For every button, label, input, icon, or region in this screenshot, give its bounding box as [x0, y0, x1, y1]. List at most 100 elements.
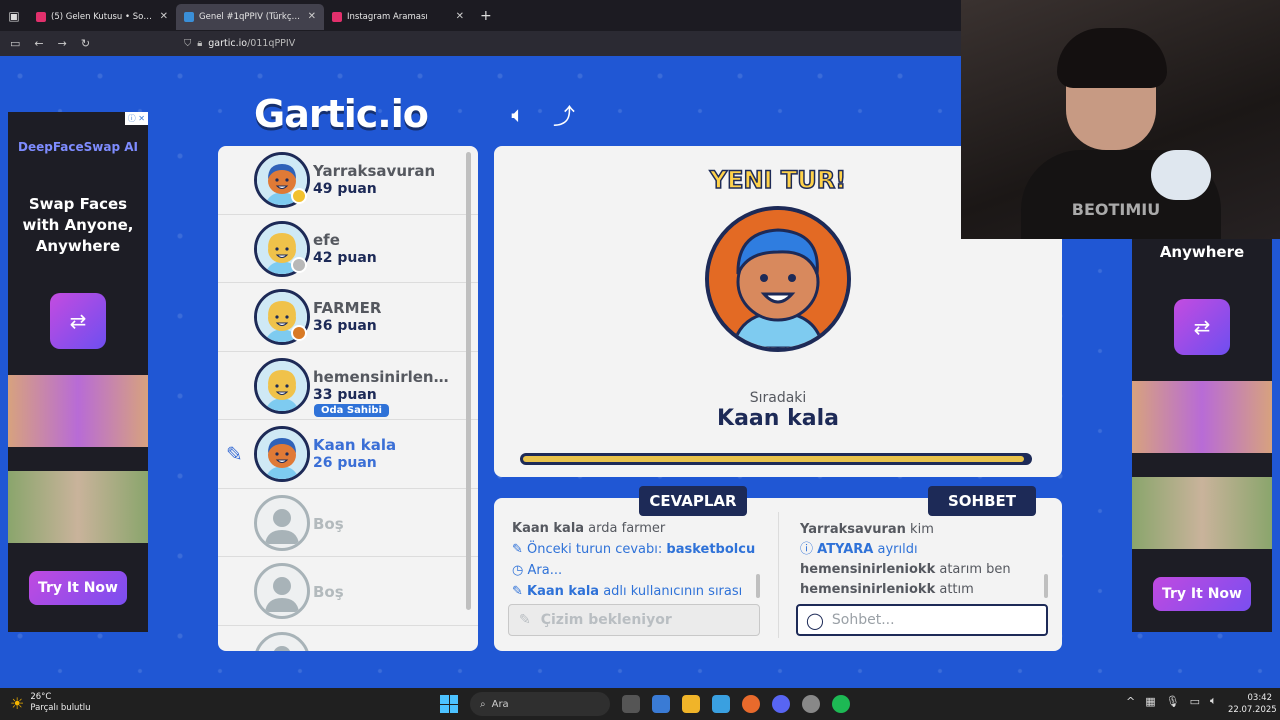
empty-avatar-icon	[254, 494, 310, 551]
empty-slot-label: Boş	[313, 514, 344, 533]
players-scrollbar[interactable]	[466, 152, 471, 610]
clock[interactable]: 03:42 22.07.2025	[1228, 692, 1277, 716]
sidebar-toggle-icon[interactable]: ▭	[10, 37, 20, 50]
room-owner-badge: Oda Sahibi	[314, 403, 389, 417]
message-user: hemensinirleniokk	[800, 562, 936, 577]
address-bar[interactable]: ⛉ 🔒︎ gartic.io/011qPPIV	[184, 38, 295, 49]
favicon-icon	[36, 11, 46, 22]
reload-icon[interactable]: ↻	[81, 37, 90, 50]
shield-icon[interactable]: ⛉	[184, 38, 191, 49]
clock-time: 03:42	[1247, 693, 1273, 703]
player-row[interactable]: Yarraksavuran 49 puan	[218, 146, 478, 215]
ad-headline: Swap Faces with Anyone, Anywhere	[22, 195, 134, 255]
message-text: attım	[935, 582, 974, 597]
spotify-icon[interactable]	[832, 695, 850, 713]
taskbar-search-label: Ara	[491, 698, 509, 710]
ad-left[interactable]: ⓘ ✕ DeepFaceSwap AI Swap Faces with Anyo…	[8, 112, 148, 632]
firefox-icon[interactable]	[742, 695, 760, 713]
answers-scrollbar[interactable]	[756, 574, 760, 598]
browser-tab[interactable]: (5) Gelen Kutusu • Sohbetler ✕	[28, 4, 176, 30]
pencil-icon: ✎	[512, 542, 528, 557]
swap-arrows-icon: ⇄	[50, 293, 106, 349]
system-tray: ^ ▦ 🎙︎ ▭ 🔈︎	[1126, 694, 1217, 708]
webcam-overlay: BEOTIMIU	[961, 0, 1280, 239]
tab-list-icon[interactable]: ▣	[0, 0, 28, 31]
ad-cta-button[interactable]: Try It Now	[29, 571, 127, 605]
next-label: Sıradaki	[749, 390, 807, 406]
volume-icon[interactable]: 🔈︎	[1210, 694, 1217, 708]
empty-player-slot-partial	[218, 626, 478, 651]
back-icon[interactable]: ←	[34, 37, 43, 50]
close-tab-icon[interactable]: ✕	[308, 11, 316, 22]
empty-avatar-icon	[254, 563, 310, 619]
chat-input-box[interactable]: ◯	[796, 604, 1048, 636]
player-row[interactable]: hemensinirleniokk33 puanOda Sahibi	[218, 352, 478, 420]
message-line: hemensinirleniokk attım	[800, 580, 1011, 600]
message-line: ◷ Ara...	[512, 560, 755, 581]
weather-icon: ☀	[10, 693, 25, 713]
forward-icon[interactable]: →	[58, 37, 67, 50]
close-tab-icon[interactable]: ✕	[160, 11, 168, 22]
message-user: Kaan kala	[527, 584, 600, 599]
ad-cta-button[interactable]: Try It Now	[1153, 577, 1251, 611]
player-score: 49 puan	[313, 181, 377, 197]
file-explorer-icon[interactable]	[682, 695, 700, 713]
chat-scrollbar[interactable]	[1044, 574, 1048, 598]
windows-taskbar: ☀ 26°C Parçalı bulutlu ⌕ Ara ^ ▦ 🎙︎ ▭ 🔈︎ 0…	[0, 688, 1280, 720]
message-text: arda farmer	[584, 521, 666, 536]
info-icon: ⓘ	[800, 542, 818, 557]
answers-tab[interactable]: CEVAPLAR	[639, 486, 747, 516]
gartic-logo[interactable]: Gartic.io	[254, 92, 429, 136]
pencil-icon: ✎	[519, 612, 531, 628]
app-icon[interactable]	[802, 695, 820, 713]
player-row[interactable]: efe 42 puan	[218, 215, 478, 283]
player-score: 26 puan	[313, 455, 377, 471]
new-tab-button[interactable]: +	[480, 8, 492, 24]
ad-faces-image	[8, 375, 148, 447]
player-name: Kaan kala	[313, 436, 397, 454]
rank-medal-icon	[291, 256, 307, 273]
close-tab-icon[interactable]: ✕	[456, 11, 464, 22]
swap-arrows-icon: ⇄	[1174, 299, 1230, 355]
browser-tab[interactable]: Genel #1qPPIV (Türkçe) - Gartic.io ✕	[176, 3, 324, 30]
player-row[interactable]: FARMER 36 puan	[218, 283, 478, 352]
discord-icon[interactable]	[772, 695, 790, 713]
message-prefix: Önceki turun cevabı:	[527, 542, 667, 557]
share-icon[interactable]: ⤴	[549, 100, 579, 130]
chat-tab[interactable]: SOHBET	[928, 486, 1036, 516]
rank-medal-icon	[291, 325, 307, 341]
network-icon[interactable]: ▭	[1190, 695, 1200, 708]
tray-app-icon[interactable]: ▦	[1145, 695, 1155, 708]
browser-tab[interactable]: Instagram Araması ✕	[324, 4, 472, 30]
ad-faces-image	[1132, 381, 1272, 453]
weather-widget[interactable]: ☀ 26°C Parçalı bulutlu	[10, 692, 91, 714]
clock-icon: ◷	[512, 563, 528, 578]
player-name: hemensinirleniokk	[313, 367, 453, 386]
copilot-icon[interactable]	[652, 695, 670, 713]
player-name: Yarraksavuran	[313, 162, 436, 180]
chat-input[interactable]	[831, 612, 1032, 628]
message-text: kim	[905, 522, 934, 537]
microphone-icon[interactable]: 🎙︎	[1166, 695, 1180, 708]
answers-chat-panel: CEVAPLAR SOHBET Kaan kala arda farmer ✎ Ö…	[494, 486, 1062, 651]
next-player-avatar	[705, 206, 851, 352]
tab-title: (5) Gelen Kutusu • Sohbetler	[51, 11, 155, 22]
sound-icon[interactable]: 🔈︎	[503, 100, 533, 130]
ad-info-icon[interactable]: ⓘ ✕	[124, 112, 148, 125]
chat-bubble-icon: ◯	[806, 610, 824, 630]
taskbar-search[interactable]: ⌕ Ara	[470, 692, 610, 716]
panel-divider	[778, 512, 779, 638]
player-score: 36 puan	[313, 318, 377, 334]
store-icon[interactable]	[712, 695, 730, 713]
tab-title: Genel #1qPPIV (Türkçe) - Gartic.io	[199, 11, 303, 22]
message-user: basketbolcu	[666, 542, 756, 557]
player-score: 33 puan	[313, 386, 377, 403]
player-row[interactable]: ✎ Kaan kala 26 puan	[218, 420, 478, 489]
chevron-up-icon[interactable]: ^	[1126, 695, 1135, 708]
message-text: atarım ben	[935, 562, 1011, 577]
webcam-person-hair	[1057, 28, 1167, 88]
answer-input[interactable]: ✎ Çizim bekleniyor	[508, 604, 760, 636]
windows-start-icon[interactable]	[440, 695, 458, 713]
task-view-icon[interactable]	[622, 695, 640, 713]
empty-player-slot: Boş	[218, 489, 478, 557]
